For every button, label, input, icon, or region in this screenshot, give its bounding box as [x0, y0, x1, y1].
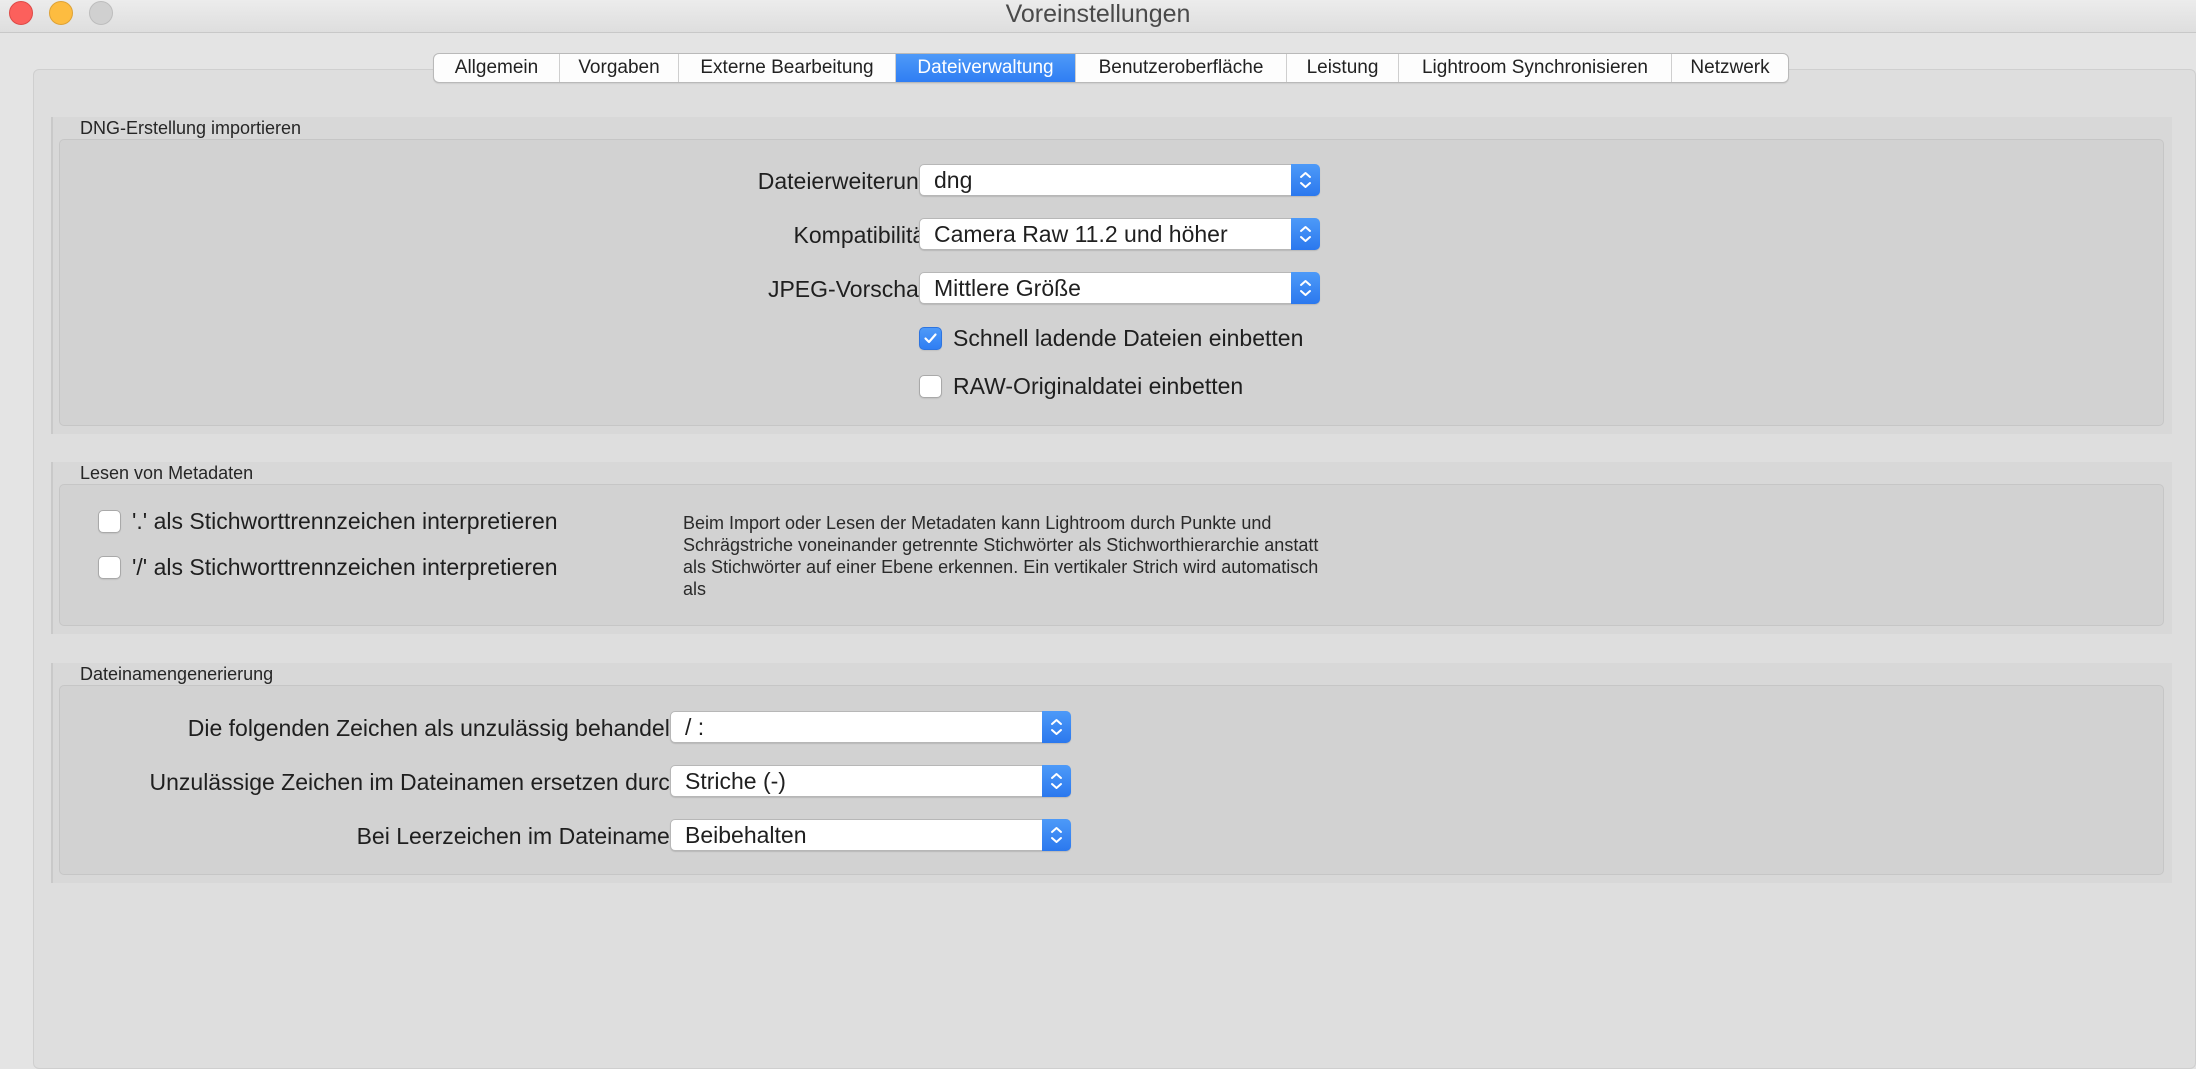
illegal-chars-label: Die folgenden Zeichen als unzulässig beh… [187, 715, 689, 741]
fast-load-label: Schnell ladende Dateien einbetten [953, 325, 1304, 351]
tab-allgemein[interactable]: Allgemein [434, 54, 560, 82]
chevron-up-down-icon [1291, 164, 1320, 196]
extension-select[interactable]: dng [919, 164, 1320, 196]
dot-separator-checkbox[interactable] [98, 510, 121, 533]
dng-section-box: Dateierweiterung: dng Kompatibilität: Ca… [59, 139, 2164, 426]
dot-separator-label: '.' als Stichworttrennzeichen interpreti… [132, 508, 558, 534]
tab-leistung[interactable]: Leistung [1287, 54, 1399, 82]
slash-separator-label: '/' als Stichworttrennzeichen interpreti… [132, 554, 558, 580]
tab-externe-bearbeitung[interactable]: Externe Bearbeitung [679, 54, 896, 82]
chevron-up-down-icon [1042, 819, 1071, 851]
filename-section-box: Die folgenden Zeichen als unzulässig beh… [59, 685, 2164, 875]
metadata-help-text: Beim Import oder Lesen der Metadaten kan… [683, 513, 1319, 599]
spaces-select[interactable]: Beibehalten [670, 819, 1071, 851]
compatibility-select[interactable]: Camera Raw 11.2 und höher [919, 218, 1320, 250]
spaces-value: Beibehalten [685, 822, 807, 848]
window-title: Voreinstellungen [1005, 0, 1191, 28]
embed-raw-checkbox[interactable] [919, 375, 942, 398]
compatibility-value: Camera Raw 11.2 und höher [934, 221, 1228, 247]
replace-with-value: Striche (-) [685, 768, 786, 794]
fast-load-checkbox[interactable] [919, 327, 942, 350]
filename-section: Dateinamengenerierung Die folgenden Zeic… [51, 663, 2172, 883]
metadata-section-box: '.' als Stichworttrennzeichen interpreti… [59, 484, 2164, 626]
spaces-label: Bei Leerzeichen im Dateinamen: [356, 823, 689, 849]
tab-benutzeroberflaeche[interactable]: Benutzeroberfläche [1076, 54, 1287, 82]
tab-lightroom-synchronisieren[interactable]: Lightroom Synchronisieren [1399, 54, 1672, 82]
tab-netzwerk[interactable]: Netzwerk [1672, 54, 1788, 82]
filename-section-title: Dateinamengenerierung [80, 664, 274, 684]
embed-raw-label: RAW-Originaldatei einbetten [953, 373, 1244, 399]
tab-dateiverwaltung[interactable]: Dateiverwaltung [896, 54, 1076, 82]
extension-label: Dateierweiterung: [757, 168, 938, 194]
compatibility-label: Kompatibilität: [793, 222, 938, 248]
jpeg-preview-select[interactable]: Mittlere Größe [919, 272, 1320, 304]
dng-section-title: DNG-Erstellung importieren [80, 118, 302, 138]
chevron-up-down-icon [1042, 765, 1071, 797]
replace-with-select[interactable]: Striche (-) [670, 765, 1071, 797]
slash-separator-checkbox[interactable] [98, 556, 121, 579]
chevron-up-down-icon [1291, 218, 1320, 250]
tab-vorgaben[interactable]: Vorgaben [560, 54, 679, 82]
preferences-tab-bar: Allgemein Vorgaben Externe Bearbeitung D… [433, 53, 1789, 83]
illegal-chars-value: / : [685, 714, 705, 740]
dng-section: DNG-Erstellung importieren Dateierweiter… [51, 117, 2172, 434]
replace-with-label: Unzulässige Zeichen im Dateinamen ersetz… [149, 769, 690, 795]
extension-value: dng [934, 167, 973, 193]
metadata-section: Lesen von Metadaten '.' als Stichworttre… [51, 462, 2172, 634]
checkmark-icon [924, 333, 937, 344]
chevron-up-down-icon [1291, 272, 1320, 304]
chevron-up-down-icon [1042, 711, 1071, 743]
illegal-chars-select[interactable]: / : [670, 711, 1071, 743]
title-bar: Voreinstellungen [0, 0, 2196, 33]
jpeg-preview-value: Mittlere Größe [934, 275, 1081, 301]
jpeg-preview-label: JPEG-Vorschau: [767, 276, 938, 302]
metadata-section-title: Lesen von Metadaten [80, 463, 254, 483]
